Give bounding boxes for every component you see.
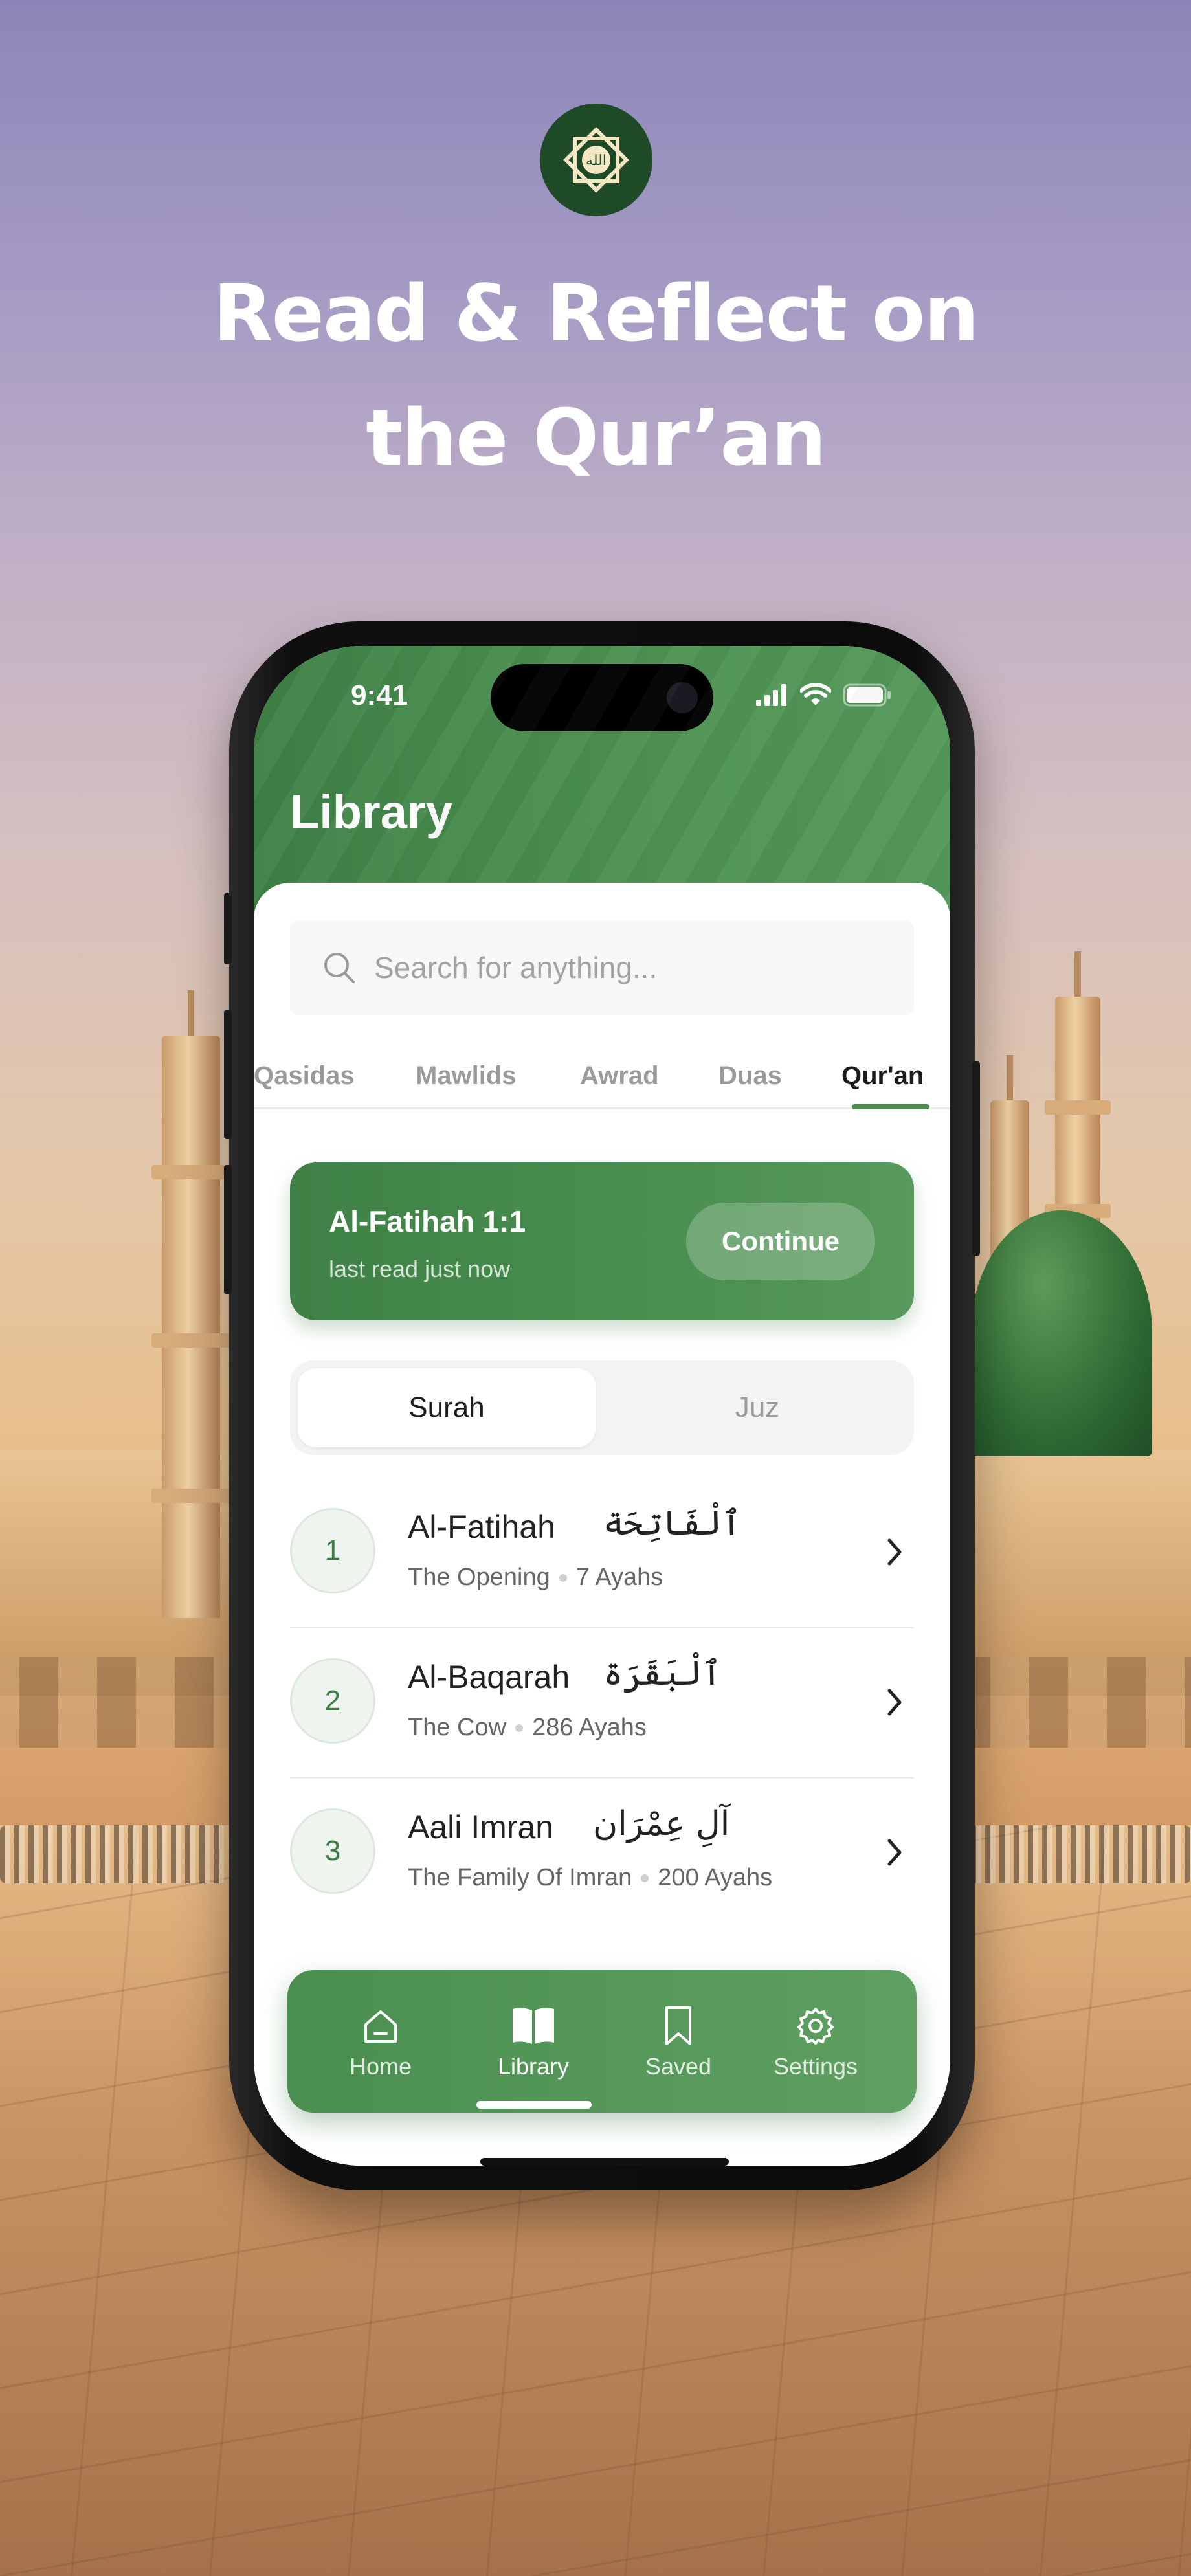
segment-juz[interactable]: Juz <box>608 1368 906 1447</box>
app-logo: الله <box>540 104 652 216</box>
active-tab-indicator <box>852 1104 929 1109</box>
segment-surah[interactable]: Surah <box>298 1368 596 1447</box>
nav-library[interactable]: Library <box>475 2001 592 2080</box>
phone-frame: 9:41 Library Search for anything... Qasi… <box>224 621 980 2190</box>
camera-icon <box>667 682 698 713</box>
surah-arabic-name: آلِ عِمْرَان <box>593 1804 730 1843</box>
chevron-right-icon <box>887 1839 902 1866</box>
nav-library-label: Library <box>497 2053 570 2080</box>
signal-icon <box>756 684 786 706</box>
surah-list: 1 Al-Fatihah ٱلْفَاتِحَة The Opening 7 A… <box>290 1478 914 1929</box>
headline-line-2: the Qur’an <box>366 394 827 483</box>
search-placeholder: Search for anything... <box>374 951 658 984</box>
status-icons <box>756 683 892 707</box>
allah-star-logo-icon: الله <box>563 127 629 193</box>
page-title: Library <box>290 785 452 839</box>
promo-headline: Read & Reflect on the Qur’an <box>0 252 1191 501</box>
surah-number-badge: 3 <box>290 1808 375 1894</box>
tab-mawlids[interactable]: Mawlids <box>416 1061 517 1091</box>
mute-switch <box>224 893 232 964</box>
battery-icon <box>843 683 891 707</box>
nav-settings-label: Settings <box>773 2053 858 2080</box>
surah-number-badge: 2 <box>290 1658 375 1744</box>
status-time: 9:41 <box>351 680 408 711</box>
last-read-subtitle: last read just now <box>329 1256 511 1282</box>
green-dome <box>971 1210 1152 1456</box>
last-read-title: Al-Fatihah 1:1 <box>329 1205 526 1238</box>
surah-ayah-count: 286 Ayahs <box>532 1714 647 1741</box>
volume-down-button <box>224 1165 232 1294</box>
surah-meta: The Cow 286 Ayahs <box>408 1714 647 1742</box>
gear-icon <box>797 2008 834 2045</box>
svg-text:الله: الله <box>586 153 607 169</box>
separator-dot <box>641 1874 649 1882</box>
surah-translation: The Family Of Imran <box>408 1864 632 1891</box>
surah-arabic-name: ٱلْفَاتِحَة <box>603 1504 742 1543</box>
nav-home-label: Home <box>349 2053 412 2080</box>
crowd-left <box>0 1825 227 1883</box>
list-item[interactable]: 2 Al-Baqarah ٱلْبَقَرَة The Cow 286 Ayah… <box>290 1628 914 1779</box>
nav-settings[interactable]: Settings <box>757 2001 874 2080</box>
surah-name: Aali Imran <box>408 1809 554 1845</box>
crowd-right <box>971 1825 1191 1883</box>
search-icon <box>324 953 355 983</box>
home-indicator <box>480 2158 729 2166</box>
bookmark-icon <box>665 2006 691 2045</box>
tab-duas[interactable]: Duas <box>718 1061 782 1091</box>
tab-quran[interactable]: Qur'an <box>841 1061 924 1091</box>
book-icon <box>513 2008 554 2044</box>
surah-translation: The Cow <box>408 1714 507 1741</box>
continue-reading-card[interactable]: Al-Fatihah 1:1 last read just now Contin… <box>290 1162 914 1320</box>
wifi-icon <box>800 683 831 705</box>
surah-meta: The Opening 7 Ayahs <box>408 1564 663 1592</box>
minaret-left <box>151 990 230 1618</box>
nav-saved[interactable]: Saved <box>620 2001 737 2080</box>
search-input[interactable]: Search for anything... <box>290 920 914 1015</box>
surah-name: Al-Fatihah <box>408 1509 555 1545</box>
tab-awrad[interactable]: Awrad <box>580 1061 659 1091</box>
nav-saved-label: Saved <box>645 2053 712 2080</box>
separator-dot <box>515 1724 524 1732</box>
surah-arabic-name: ٱلْبَقَرَة <box>603 1654 722 1693</box>
power-button <box>972 1061 980 1256</box>
volume-up-button <box>224 1010 232 1139</box>
phone-screen: 9:41 Library Search for anything... Qasi… <box>254 646 950 2166</box>
list-item[interactable]: 3 Aali Imran آلِ عِمْرَان The Family Of … <box>290 1779 914 1929</box>
home-icon <box>364 2010 397 2043</box>
surah-ayah-count: 7 Ayahs <box>575 1564 663 1591</box>
separator-dot <box>559 1573 567 1582</box>
surah-ayah-count: 200 Ayahs <box>658 1864 773 1891</box>
chevron-right-icon <box>887 1689 902 1716</box>
bottom-navigation: Home Library Saved Settings <box>287 1970 917 2113</box>
category-tabs: Qasidas Mawlids Awrad Duas Qur'an <box>254 1051 950 1109</box>
continue-button[interactable]: Continue <box>686 1203 875 1280</box>
surah-number-badge: 1 <box>290 1508 375 1593</box>
chevron-right-icon <box>887 1538 902 1566</box>
surah-juz-segmented-control: Surah Juz <box>290 1360 914 1455</box>
headline-line-1: Read & Reflect on <box>213 269 979 359</box>
dynamic-island <box>491 664 713 731</box>
tab-qasidas[interactable]: Qasidas <box>254 1061 355 1091</box>
surah-translation: The Opening <box>408 1564 550 1591</box>
surah-name: Al-Baqarah <box>408 1659 570 1695</box>
list-item[interactable]: 1 Al-Fatihah ٱلْفَاتِحَة The Opening 7 A… <box>290 1478 914 1628</box>
nav-home[interactable]: Home <box>322 2001 439 2080</box>
active-nav-indicator <box>476 2101 592 2109</box>
surah-meta: The Family Of Imran 200 Ayahs <box>408 1864 772 1892</box>
